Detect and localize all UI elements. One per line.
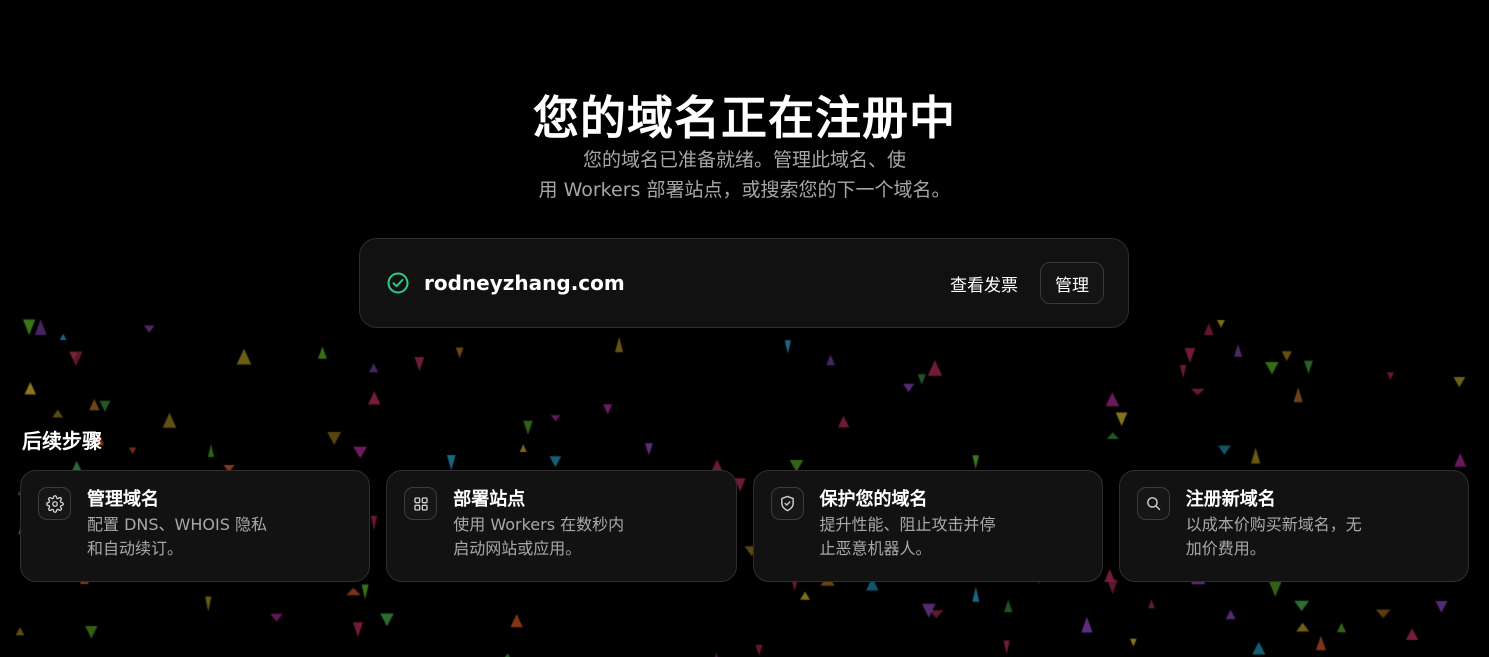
manage-button[interactable]: 管理 (1040, 262, 1104, 304)
search-icon (1136, 487, 1170, 520)
step-title: 保护您的域名 (819, 489, 928, 510)
view-invoice-link[interactable]: 查看发票 (950, 271, 1018, 296)
step-card-register-domain[interactable]: 注册新域名 以成本价购买新域名，无加价费用。 (1118, 470, 1469, 582)
page-title: 您的域名正在注册中 (533, 91, 956, 145)
gear-icon (38, 487, 71, 520)
grid-icon (404, 487, 438, 520)
step-title: 管理域名 (87, 489, 159, 510)
next-steps-heading: 后续步骤 (22, 429, 102, 453)
step-card-deploy-site[interactable]: 部署站点 使用 Workers 在数秒内启动网站或应用。 (386, 470, 737, 582)
step-text: 部署站点 使用 Workers 在数秒内启动网站或应用。 (453, 487, 633, 581)
step-card-protect-domain[interactable]: 保护您的域名 提升性能、阻止攻击并停止恶意机器人。 (752, 470, 1103, 582)
step-text: 管理域名 配置 DNS、WHOIS 隐私和自动续订。 (87, 487, 267, 581)
step-text: 保护您的域名 提升性能、阻止攻击并停止恶意机器人。 (820, 487, 1000, 581)
step-title: 部署站点 (453, 489, 526, 510)
domain-name: rodneyzhang.com (424, 271, 625, 295)
domain-card: rodneyzhang.com 查看发票 管理 (359, 238, 1129, 328)
check-circle-icon (386, 271, 410, 295)
step-description: 配置 DNS、WHOIS 隐私和自动续订。 (87, 515, 267, 558)
step-card-manage-domain[interactable]: 管理域名 配置 DNS、WHOIS 隐私和自动续订。 (20, 470, 371, 582)
step-description: 提升性能、阻止攻击并停止恶意机器人。 (819, 515, 996, 558)
step-text: 注册新域名 以成本价购买新域名，无加价费用。 (1186, 487, 1366, 581)
step-title: 注册新域名 (1185, 489, 1276, 510)
step-description: 使用 Workers 在数秒内启动网站或应用。 (453, 515, 625, 558)
subtitle-line-2: 用 Workers 部署站点，或搜索您的下一个域名。 (538, 179, 951, 201)
shield-icon (770, 487, 804, 520)
next-steps-list: 管理域名 配置 DNS、WHOIS 隐私和自动续订。 部署站点 使用 Worke… (20, 470, 1469, 582)
page-subtitle: 您的域名已准备就绪。管理此域名、使 用 Workers 部署站点，或搜索您的下一… (0, 145, 1489, 205)
step-description: 以成本价购买新域名，无加价费用。 (1185, 515, 1362, 558)
subtitle-line-1: 您的域名已准备就绪。管理此域名、使 (582, 149, 906, 171)
